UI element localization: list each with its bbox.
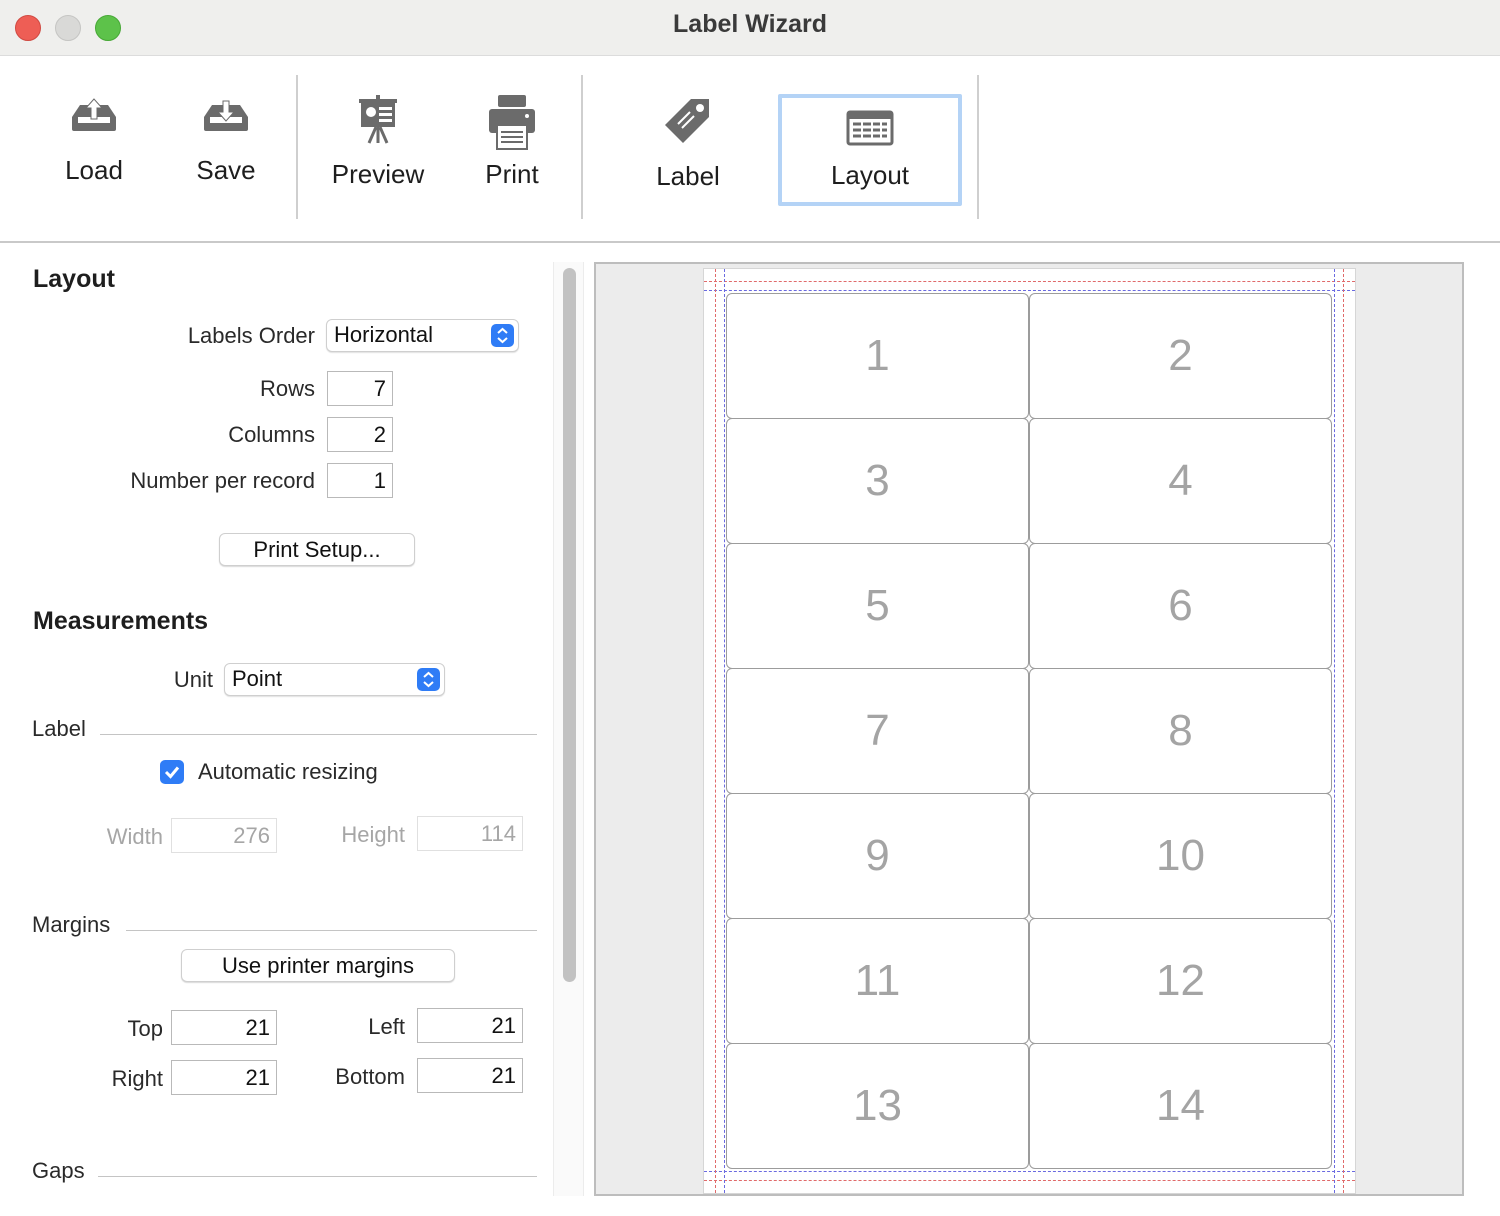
layout-section-title: Layout [33, 265, 115, 293]
columns-field[interactable]: 2 [327, 417, 393, 452]
preview-label-cell: 1 [726, 293, 1029, 419]
group-divider [100, 734, 537, 735]
margin-guide [704, 1171, 1355, 1172]
window-title: Label Wizard [673, 10, 827, 38]
preview-label-cell: 2 [1029, 293, 1332, 419]
title-bar: Label Wizard [0, 0, 1500, 56]
toolbar-separator [581, 75, 583, 219]
toolbar-separator [296, 75, 298, 219]
preview-button[interactable]: Preview [322, 95, 434, 205]
preview-label-cell: 8 [1029, 668, 1332, 794]
width-label: Width [106, 824, 163, 849]
left-margin-field[interactable]: 21 [417, 1008, 523, 1043]
margin-guide [724, 269, 725, 1193]
save-label: Save [196, 155, 256, 185]
gaps-group-title: Gaps [32, 1158, 85, 1183]
select-arrows-icon [491, 324, 514, 347]
height-label: Height [341, 822, 405, 847]
label-button[interactable]: Label [638, 95, 738, 205]
preview-label-cell: 10 [1029, 793, 1332, 919]
load-label: Load [65, 155, 123, 185]
margin-guide [1334, 269, 1335, 1193]
scrollbar-thumb[interactable] [563, 268, 576, 982]
print-label: Print [485, 159, 539, 189]
preview-label: Preview [331, 159, 425, 189]
preview-label-cell: 9 [726, 793, 1029, 919]
labels-order-value: Horizontal [334, 322, 434, 347]
preview-label-cell: 12 [1029, 918, 1332, 1044]
settings-panel: Layout Labels Order Horizontal Rows 7 Co… [0, 245, 553, 1216]
number-per-record-field[interactable]: 1 [327, 463, 393, 498]
automatic-resizing-label: Automatic resizing [198, 759, 378, 784]
margin-guide [704, 1180, 1355, 1181]
top-margin-field[interactable]: 21 [171, 1010, 277, 1045]
width-field[interactable]: 276 [171, 818, 277, 853]
preview-label-cell: 13 [726, 1043, 1029, 1169]
save-icon [204, 100, 248, 131]
margins-group-title: Margins [32, 912, 111, 937]
labels-order-select[interactable]: Horizontal [326, 319, 519, 352]
save-button[interactable]: Save [176, 95, 276, 205]
margin-guide [715, 269, 716, 1193]
preview-label-cell: 5 [726, 543, 1029, 669]
group-divider [98, 1176, 537, 1177]
unit-label: Unit [173, 667, 213, 692]
unit-select[interactable]: Point [224, 663, 445, 696]
settings-scrollbar[interactable] [553, 262, 584, 1196]
label-group-title: Label [32, 716, 86, 741]
preview-label-cell: 4 [1029, 418, 1332, 544]
print-button[interactable]: Print [462, 95, 562, 205]
margin-guide [704, 281, 1355, 282]
preview-label-cell: 14 [1029, 1043, 1332, 1169]
layout-button[interactable]: Layout [778, 94, 962, 206]
bottom-margin-field[interactable]: 21 [417, 1058, 523, 1093]
left-margin-label: Left [368, 1014, 405, 1039]
select-arrows-icon [417, 668, 440, 691]
labels-order-label: Labels Order [187, 323, 315, 348]
use-printer-margins-button[interactable]: Use printer margins [181, 949, 455, 982]
number-per-record-label: Number per record [130, 468, 315, 493]
rows-label: Rows [259, 376, 315, 401]
columns-label: Columns [228, 422, 315, 447]
layout-preview: 1 2 3 4 5 6 7 8 9 10 11 12 13 14 [594, 262, 1464, 1196]
rows-field[interactable]: 7 [327, 371, 393, 406]
top-margin-label: Top [127, 1016, 163, 1041]
label-label: Label [656, 161, 720, 191]
load-button[interactable]: Load [44, 95, 144, 205]
page-sheet: 1 2 3 4 5 6 7 8 9 10 11 12 13 14 [703, 268, 1356, 1194]
preview-label-cell: 11 [726, 918, 1029, 1044]
layout-grid-icon [846, 110, 894, 146]
unit-value: Point [232, 666, 283, 691]
right-margin-label: Right [111, 1066, 163, 1091]
right-margin-field[interactable]: 21 [171, 1060, 277, 1095]
margin-guide [1343, 269, 1344, 1193]
margin-guide [704, 290, 1355, 291]
automatic-resizing-checkbox[interactable] [160, 760, 184, 784]
toolbar: Load Save Preview Print Label Layout [0, 57, 1500, 243]
preview-label-cell: 7 [726, 668, 1029, 794]
presentation-easel-icon [359, 95, 397, 144]
load-icon [72, 98, 116, 131]
layout-label: Layout [830, 160, 910, 190]
group-divider [126, 930, 537, 931]
print-setup-button[interactable]: Print Setup... [219, 533, 415, 566]
toolbar-separator [977, 75, 979, 219]
preview-label-cell: 6 [1029, 543, 1332, 669]
bottom-margin-label: Bottom [335, 1064, 405, 1089]
preview-label-cell: 3 [726, 418, 1029, 544]
height-field[interactable]: 114 [417, 816, 523, 851]
checkmark-icon [164, 766, 180, 779]
printer-icon [489, 95, 535, 150]
measurements-section-title: Measurements [33, 607, 209, 635]
tag-icon [665, 99, 709, 143]
